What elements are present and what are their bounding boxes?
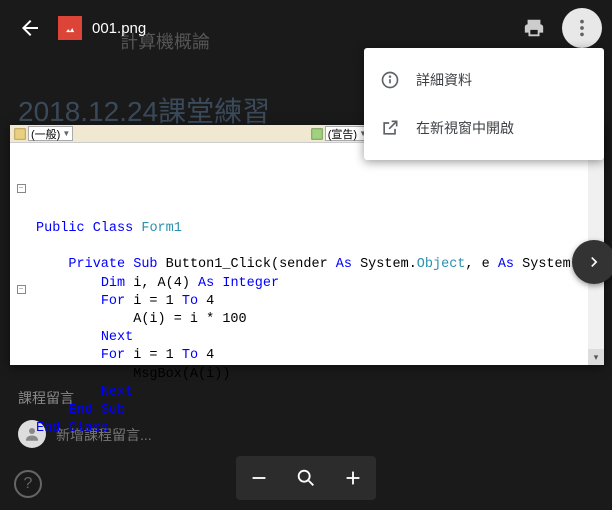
back-button[interactable] <box>10 8 50 48</box>
zoom-out-button[interactable] <box>241 460 277 496</box>
menu-item-open-new-window[interactable]: 在新視窗中開啟 <box>364 104 604 152</box>
declarations-icon <box>311 128 323 140</box>
menu-item-details[interactable]: 詳細資料 <box>364 56 604 104</box>
code-editor[interactable]: − − Public Class Form1 Private Sub Butto… <box>10 143 604 497</box>
zoom-reset-button[interactable] <box>288 460 324 496</box>
next-image-button[interactable] <box>572 240 612 284</box>
general-dropdown[interactable]: (一般)▼ <box>10 126 77 141</box>
file-name: 001.png <box>92 20 146 37</box>
image-content: (一般)▼ (宣告)▼ − − Public Class Form1 Priva… <box>10 125 604 365</box>
print-button[interactable] <box>514 8 554 48</box>
code-gutter: − − <box>10 147 32 331</box>
plus-icon <box>342 467 364 489</box>
menu-item-label: 在新視窗中開啟 <box>416 118 514 138</box>
arrow-left-icon <box>18 16 42 40</box>
zoom-in-button[interactable] <box>335 460 371 496</box>
zoom-controls <box>236 456 376 500</box>
print-icon <box>523 17 545 39</box>
more-options-button[interactable] <box>562 8 602 48</box>
magnifier-icon <box>295 467 317 489</box>
info-icon <box>380 70 400 90</box>
menu-item-label: 詳細資料 <box>416 70 472 90</box>
image-file-icon <box>58 16 82 40</box>
chevron-right-icon <box>584 252 604 272</box>
scroll-down[interactable]: ▾ <box>588 349 604 365</box>
module-icon <box>14 128 26 140</box>
minus-icon <box>248 467 270 489</box>
more-vert-icon <box>571 17 593 39</box>
more-options-menu: 詳細資料 在新視窗中開啟 <box>364 48 604 160</box>
exercise-title: 2018.12.24課堂練習 <box>18 90 270 130</box>
open-in-new-icon <box>380 118 400 138</box>
